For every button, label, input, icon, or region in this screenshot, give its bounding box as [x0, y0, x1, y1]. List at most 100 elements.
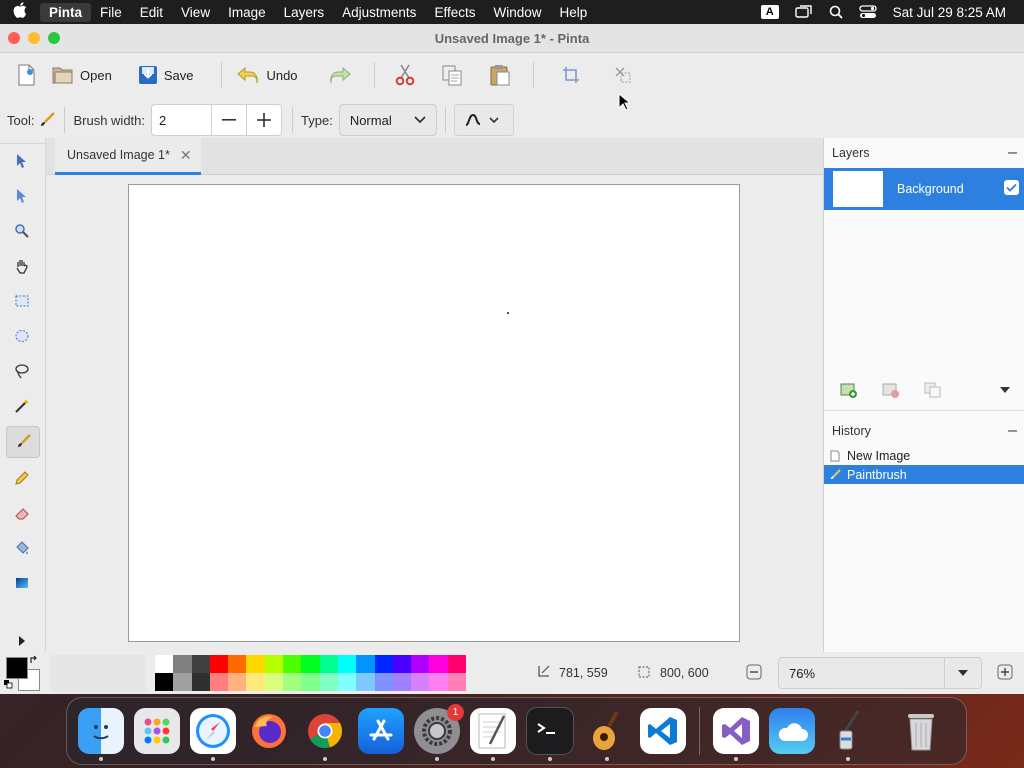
palette-swatch[interactable] — [411, 673, 430, 691]
menu-app-name[interactable]: Pinta — [40, 2, 92, 22]
reset-colors-icon[interactable] — [4, 680, 13, 689]
system-settings-icon[interactable]: 1 — [414, 704, 464, 761]
palette-swatch[interactable] — [319, 673, 338, 691]
palette-swatch[interactable] — [209, 655, 229, 673]
firefox-icon[interactable] — [246, 708, 292, 754]
close-tab-icon[interactable]: ✕ — [180, 147, 192, 164]
save-button[interactable]: Save — [130, 59, 202, 91]
image-canvas[interactable] — [128, 184, 740, 642]
zoom-tool[interactable] — [6, 216, 38, 246]
palette-swatch[interactable] — [246, 673, 265, 691]
window-switcher-icon[interactable] — [787, 5, 821, 19]
history-item-paintbrush[interactable]: Paintbrush — [824, 465, 1024, 484]
collapse-history-icon[interactable]: – — [1008, 422, 1017, 440]
visual-studio-icon[interactable] — [713, 708, 759, 761]
garageband-icon[interactable] — [584, 708, 630, 761]
menubar-clock[interactable]: Sat Jul 29 8:25 AM — [885, 5, 1024, 20]
palette-swatch[interactable] — [246, 655, 265, 673]
layer-row-background[interactable]: Background — [824, 168, 1024, 210]
spotlight-search-icon[interactable] — [821, 5, 851, 19]
menu-edit[interactable]: Edit — [131, 5, 172, 20]
layer-menu-chevron-icon[interactable] — [999, 386, 1011, 394]
palette-swatch[interactable] — [301, 673, 320, 691]
palette-swatch[interactable] — [301, 655, 320, 673]
weather-icon[interactable] — [769, 708, 815, 754]
palette-swatch[interactable] — [173, 673, 192, 691]
palette-swatch[interactable] — [155, 655, 174, 673]
zoom-dropdown[interactable]: 76% — [778, 657, 982, 689]
apple-menu-icon[interactable] — [0, 2, 40, 22]
palette-swatch[interactable] — [337, 655, 357, 673]
menu-image[interactable]: Image — [219, 5, 275, 20]
document-tab[interactable]: Unsaved Image 1* ✕ — [55, 138, 201, 175]
trash-icon[interactable] — [898, 708, 944, 754]
palette-swatch[interactable] — [356, 655, 375, 673]
ellipse-select-tool[interactable] — [6, 321, 38, 351]
move-selected-tool[interactable] — [6, 146, 38, 176]
input-source-indicator[interactable]: A — [753, 5, 787, 19]
crop-to-selection-button[interactable] — [554, 59, 588, 91]
zoom-in-icon[interactable] — [997, 664, 1013, 680]
palette-swatch[interactable] — [191, 655, 210, 673]
layer-visibility-checkbox[interactable] — [1004, 180, 1019, 195]
paint-bucket-tool[interactable] — [6, 533, 38, 563]
menu-view[interactable]: View — [172, 5, 219, 20]
duplicate-layer-icon[interactable] — [924, 382, 942, 398]
redo-button[interactable] — [320, 59, 360, 91]
pinta-icon[interactable] — [825, 708, 871, 761]
collapse-layers-icon[interactable]: – — [1008, 144, 1017, 162]
safari-icon[interactable] — [190, 708, 236, 761]
palette-swatch[interactable] — [319, 655, 338, 673]
palette-swatch[interactable] — [392, 655, 412, 673]
palette-swatch[interactable] — [283, 655, 302, 673]
terminal-icon[interactable] — [526, 707, 574, 761]
palette-swatch[interactable] — [429, 673, 448, 691]
menu-layers[interactable]: Layers — [275, 5, 334, 20]
palette-swatch[interactable] — [228, 673, 247, 691]
decrease-brush-width-button[interactable] — [211, 105, 246, 135]
palette-swatch[interactable] — [447, 655, 467, 673]
eraser-tool[interactable] — [6, 498, 38, 528]
rectangle-select-tool[interactable] — [6, 286, 38, 316]
brush-type-dropdown[interactable]: Normal — [338, 104, 437, 136]
palette-swatch[interactable] — [337, 673, 357, 691]
palette-swatch[interactable] — [374, 655, 393, 673]
new-image-button[interactable] — [8, 59, 44, 91]
antialiasing-dropdown[interactable] — [453, 104, 514, 136]
paste-button[interactable] — [481, 59, 519, 91]
palette-swatch[interactable] — [374, 673, 393, 691]
palette-swatch[interactable] — [283, 673, 302, 691]
palette-swatch[interactable] — [155, 673, 174, 691]
pan-tool[interactable] — [6, 251, 38, 281]
menu-effects[interactable]: Effects — [425, 5, 484, 20]
palette-swatch[interactable] — [392, 673, 412, 691]
finder-icon[interactable] — [78, 708, 124, 761]
magic-wand-tool[interactable] — [6, 391, 38, 421]
open-button[interactable]: Open — [44, 59, 120, 91]
palette-swatch[interactable] — [173, 655, 192, 673]
menu-file[interactable]: File — [91, 5, 131, 20]
palette-swatch[interactable] — [447, 673, 467, 691]
menu-adjustments[interactable]: Adjustments — [333, 5, 425, 20]
increase-brush-width-button[interactable] — [246, 105, 281, 135]
control-center-icon[interactable] — [851, 5, 885, 19]
launchpad-icon[interactable] — [134, 708, 180, 754]
lasso-select-tool[interactable] — [6, 356, 38, 386]
pencil-tool[interactable] — [6, 463, 38, 493]
delete-layer-icon[interactable] — [882, 382, 900, 398]
vscode-icon[interactable] — [640, 708, 686, 754]
chrome-icon[interactable] — [302, 708, 348, 761]
copy-button[interactable] — [433, 59, 471, 91]
paintbrush-tool[interactable] — [6, 426, 40, 458]
menu-window[interactable]: Window — [484, 5, 550, 20]
menu-help[interactable]: Help — [550, 5, 596, 20]
gradient-tool[interactable] — [6, 568, 38, 598]
app-store-icon[interactable] — [358, 708, 404, 754]
palette-swatch[interactable] — [264, 673, 284, 691]
palette-swatch[interactable] — [264, 655, 284, 673]
deselect-all-button[interactable] — [606, 59, 640, 91]
palette-swatch[interactable] — [356, 673, 375, 691]
brush-width-input[interactable]: 2 — [152, 113, 211, 128]
add-layer-icon[interactable] — [840, 382, 858, 398]
palette-swatch[interactable] — [209, 673, 229, 691]
